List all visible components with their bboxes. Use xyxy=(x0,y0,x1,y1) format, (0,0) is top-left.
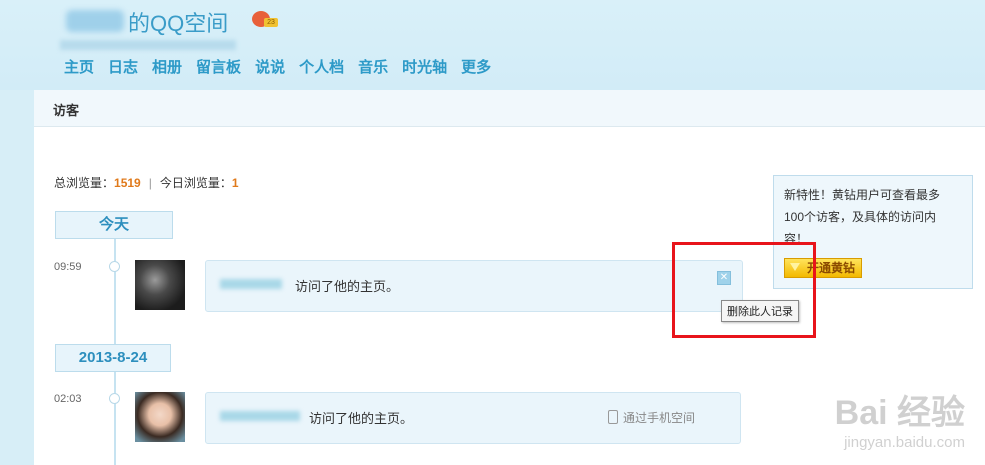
visitor-name-blurred[interactable] xyxy=(220,279,282,289)
nav-profile[interactable]: 个人档 xyxy=(299,56,344,77)
visit-stats: 总浏览量：1519 | 今日浏览量：1 xyxy=(54,174,239,191)
nav-shuoshuo[interactable]: 说说 xyxy=(255,56,285,77)
visit-action-text: 访问了他的主页。 xyxy=(309,411,414,426)
today-views-value: 1 xyxy=(231,176,239,190)
space-subtitle-blurred xyxy=(60,40,236,50)
visit-source-label: 通过手机空间 xyxy=(623,411,696,425)
visit-source: 通过手机空间 xyxy=(608,409,695,426)
watermark-main: Bai 经验 xyxy=(834,394,965,432)
main-nav: 主页 日志 相册 留言板 说说 个人档 音乐 时光轴 更多 xyxy=(64,56,505,77)
nav-home[interactable]: 主页 xyxy=(64,56,94,77)
total-views-label: 总浏览量： xyxy=(54,176,115,190)
nav-more[interactable]: 更多 xyxy=(461,56,491,77)
owner-name-blurred xyxy=(66,10,124,32)
visit-card: 访问了他的主页。 ✕ xyxy=(205,260,743,312)
clock-icon xyxy=(109,261,120,272)
total-views-value: 1519 xyxy=(114,176,141,190)
date-tag-2013-8-24: 2013-8-24 xyxy=(55,344,171,372)
clock-icon xyxy=(109,393,120,404)
visit-card: 访问了他的主页。 通过手机空间 xyxy=(205,392,741,444)
visit-time: 02:03 xyxy=(54,393,82,405)
promo-text: 新特性！黄钻用户可查看最多100个访客，及具体的访问内容！ xyxy=(784,188,941,246)
today-views-label: 今日浏览量： xyxy=(159,176,232,190)
stats-separator: | xyxy=(148,176,152,190)
level-badge: 23 xyxy=(264,18,278,27)
baidu-jingyan-watermark: Bai 经验 jingyan.baidu.com xyxy=(835,385,965,451)
visit-action-text: 访问了他的主页。 xyxy=(295,279,400,294)
phone-icon xyxy=(608,410,618,424)
watermark-sub: jingyan.baidu.com xyxy=(844,434,965,451)
panel-title: 访客 xyxy=(53,103,80,118)
avatar[interactable] xyxy=(135,392,185,442)
space-header: 的QQ空间 23 主页 日志 相册 留言板 说说 个人档 音乐 时光轴 更多 xyxy=(0,0,985,90)
red-highlight-box xyxy=(672,242,816,338)
space-title[interactable]: 的QQ空间 xyxy=(128,6,228,38)
nav-album[interactable]: 相册 xyxy=(152,56,182,77)
visitor-name-blurred[interactable] xyxy=(220,411,300,421)
date-tag-today: 今天 xyxy=(55,211,173,239)
nav-timeline[interactable]: 时光轴 xyxy=(402,56,447,77)
visit-time: 09:59 xyxy=(54,261,82,273)
nav-message-board[interactable]: 留言板 xyxy=(196,56,241,77)
avatar[interactable] xyxy=(135,260,185,310)
panel-header: 访客 xyxy=(34,90,985,127)
nav-blog[interactable]: 日志 xyxy=(108,56,138,77)
nav-music[interactable]: 音乐 xyxy=(358,56,388,77)
